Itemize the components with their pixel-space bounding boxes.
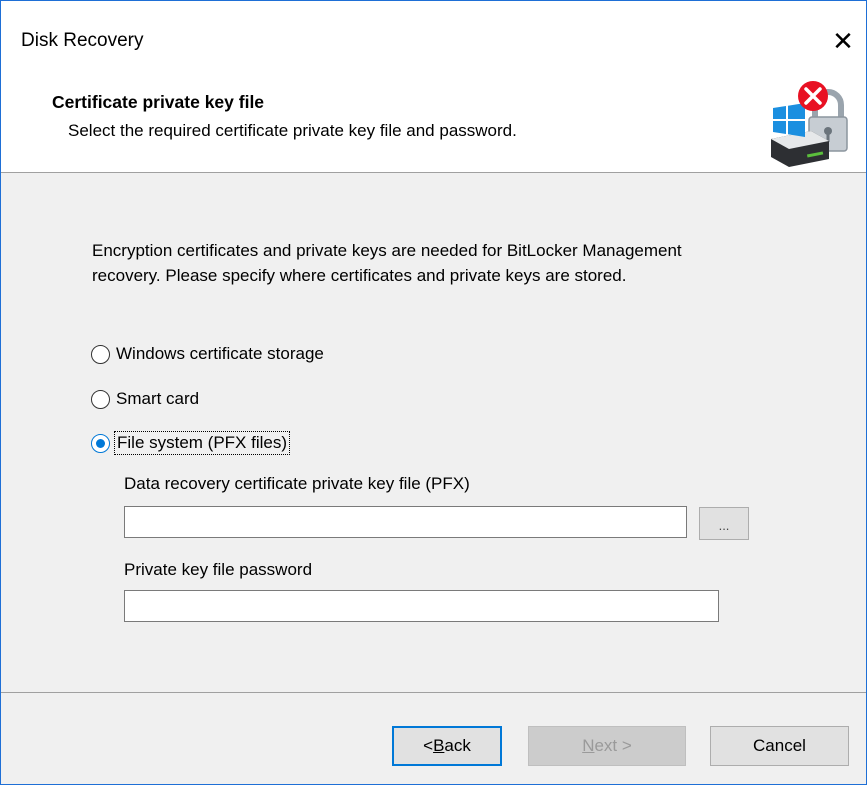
- close-icon: ✕: [832, 25, 854, 56]
- window-title: Disk Recovery: [21, 30, 144, 51]
- browse-button[interactable]: ...: [699, 507, 749, 540]
- disk-recovery-dialog: Disk Recovery ✕ Certificate private key …: [0, 0, 867, 785]
- radio-file-system[interactable]: File system (PFX files): [91, 429, 291, 457]
- radio-button-selected[interactable]: [91, 433, 110, 453]
- footer-separator: [1, 692, 866, 693]
- header-panel: Disk Recovery ✕ Certificate private key …: [1, 1, 866, 173]
- radio-dot: [96, 438, 105, 448]
- close-button[interactable]: ✕: [820, 21, 866, 61]
- next-label-rest: ext >: [594, 736, 632, 755]
- password-label: Private key file password: [124, 560, 313, 579]
- password-input[interactable]: [124, 590, 719, 622]
- description-text: Encryption certificates and private keys…: [92, 241, 682, 285]
- pfx-file-label: Data recovery certificate private key fi…: [124, 474, 470, 493]
- page-title: Certificate private key file: [52, 92, 265, 112]
- radio-smart-card[interactable]: Smart card: [91, 385, 199, 413]
- back-button[interactable]: < Back: [392, 726, 502, 766]
- page-subtitle: Select the required certificate private …: [68, 121, 517, 140]
- radio-windows-certificate-storage[interactable]: Windows certificate storage: [91, 340, 324, 368]
- radio-label: Windows certificate storage: [116, 344, 324, 363]
- next-accelerator: N: [582, 736, 595, 755]
- next-button[interactable]: Next >: [528, 726, 686, 766]
- back-prefix: <: [423, 736, 434, 755]
- radio-button[interactable]: [91, 389, 110, 409]
- cancel-button[interactable]: Cancel: [710, 726, 849, 766]
- back-label-rest: ack: [444, 736, 471, 755]
- radio-label: Smart card: [116, 389, 200, 408]
- back-accelerator: B: [433, 736, 445, 755]
- pfx-file-input[interactable]: [124, 506, 687, 538]
- radio-button[interactable]: [91, 344, 110, 364]
- radio-label: File system (PFX files): [113, 431, 291, 455]
- encrypted-drive-error-icon: [771, 81, 848, 167]
